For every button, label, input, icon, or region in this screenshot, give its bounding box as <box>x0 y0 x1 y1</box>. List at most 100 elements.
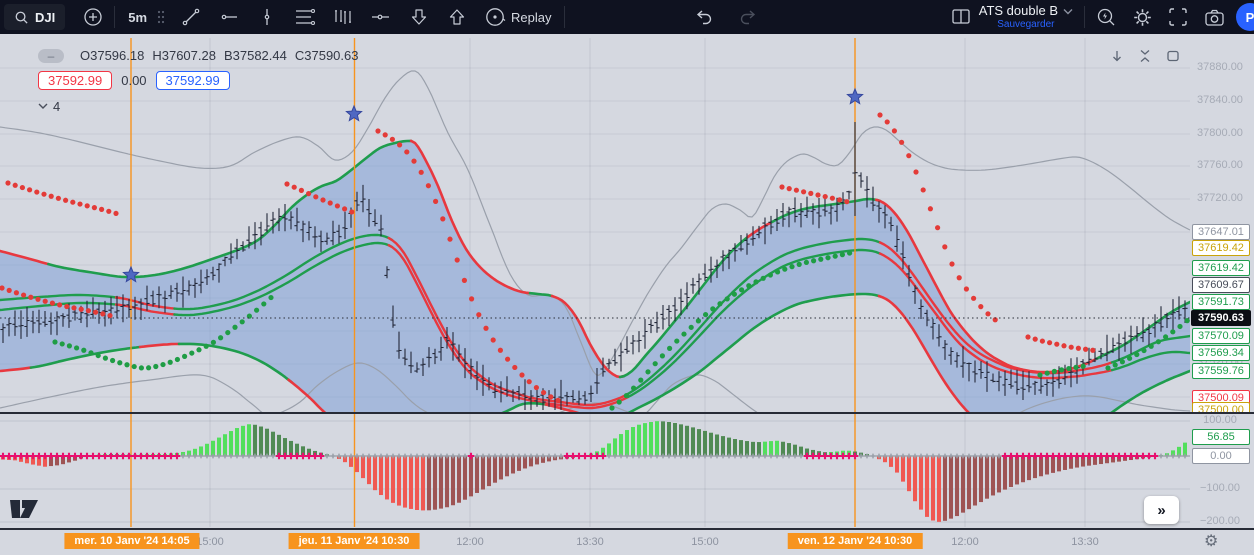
chart-legend: – O37596.18 H37607.28 B37582.44 C37590.6… <box>38 48 359 114</box>
time-tick-label: 12:00 <box>951 536 979 548</box>
toolbar-divider <box>563 6 565 28</box>
tradingview-watermark <box>8 492 42 525</box>
indicator-axis[interactable]: 100.00 −100.00 −200.00 56.85 0.00 <box>1190 415 1254 528</box>
ohlc-open: O37596.18 <box>80 48 145 63</box>
toolbar-right-group: ATS double B Sauvegarder P <box>947 3 1254 31</box>
pattern-tool[interactable] <box>329 3 357 31</box>
layout-name: ATS double B <box>978 3 1058 19</box>
bars-pattern-icon <box>335 10 352 24</box>
fullscreen-button[interactable] <box>1164 3 1192 31</box>
gear-icon <box>1133 8 1151 26</box>
top-toolbar: DJI 5m Replay ATS double B Sauvegarder P <box>0 0 1254 34</box>
buy-price-tag: 37592.99 <box>155 71 230 90</box>
session-label: mer. 10 Janv '24 14:05 <box>64 533 200 549</box>
axis-label: 37720.00 <box>1197 192 1243 204</box>
save-button[interactable]: Sauvegarder <box>997 19 1054 30</box>
undo-icon <box>696 10 711 25</box>
fullscreen-icon <box>1169 8 1187 26</box>
camera-icon <box>1204 9 1224 26</box>
spread-value: 0.00 <box>121 73 147 88</box>
pane-settings-icon[interactable]: ⚙ <box>1204 531 1218 551</box>
arrow-up-icon <box>449 9 465 25</box>
axis-price-tag: 37609.67 <box>1192 277 1250 293</box>
price-axis[interactable]: 37880.00 37840.00 37800.00 37760.00 37720.00… <box>1190 34 1254 413</box>
current-price-tag: 37590.63 <box>1191 310 1251 326</box>
plus-circle-icon <box>84 8 102 26</box>
settings-button[interactable] <box>1128 3 1156 31</box>
fib-tool[interactable] <box>291 3 319 31</box>
trend-line-icon <box>182 8 200 26</box>
time-tick-label: 15:00 <box>691 536 719 548</box>
vertical-line-icon <box>264 9 270 25</box>
axis-price-tag: 56.85 <box>1192 429 1250 445</box>
vertical-line-tool[interactable] <box>253 3 281 31</box>
collapse-icon <box>1140 50 1150 62</box>
time-axis[interactable]: ⚙ 15:00 12:00 13:30 15:00 12:00 13:30 mer. 10 … <box>0 528 1254 555</box>
symbol-name: DJI <box>35 9 56 25</box>
axis-price-tag: 37559.76 <box>1192 363 1250 379</box>
trading-app: DJI 5m Replay ATS double B Sauvegarder P… <box>0 0 1254 555</box>
replay-label[interactable]: Replay <box>511 10 551 25</box>
redo-icon <box>740 10 755 25</box>
indicator-pane <box>0 421 1190 522</box>
drag-handle[interactable] <box>153 3 169 31</box>
replay-button[interactable] <box>481 3 509 31</box>
axis-label: 37760.00 <box>1197 159 1243 171</box>
chevron-down-icon <box>38 103 48 109</box>
add-symbol-button[interactable] <box>79 3 107 31</box>
arrow-down-icon <box>411 9 427 25</box>
time-tick-label: 15:00 <box>196 536 224 548</box>
toolbar-divider <box>114 6 116 28</box>
quick-search-button[interactable] <box>1092 3 1120 31</box>
maximize-icon <box>1167 50 1179 62</box>
session-label: ven. 12 Janv '24 10:30 <box>787 533 923 549</box>
axis-label: 37880.00 <box>1197 61 1243 73</box>
axis-price-tag: 0.00 <box>1192 448 1250 464</box>
layout-select-button[interactable] <box>947 3 975 31</box>
pane-divider[interactable] <box>0 412 1254 414</box>
axis-label: 37800.00 <box>1197 127 1243 139</box>
replay-icon <box>486 8 506 26</box>
axis-label: −200.00 <box>1199 515 1241 527</box>
horizontal-line-tool[interactable] <box>215 3 243 31</box>
redo-button[interactable] <box>734 3 762 31</box>
axis-price-tag: 37570.09 <box>1192 328 1250 344</box>
ray-tool[interactable] <box>367 3 395 31</box>
trend-line-tool[interactable] <box>177 3 205 31</box>
layout-icon <box>952 9 970 24</box>
drag-dots-icon <box>157 10 165 24</box>
undo-button[interactable] <box>690 3 718 31</box>
toolbar-divider <box>1084 6 1085 28</box>
horizontal-line-icon <box>221 14 238 20</box>
layout-name-block[interactable]: ATS double B Sauvegarder <box>978 3 1073 30</box>
interval-button[interactable]: 5m <box>122 3 153 31</box>
bolt-search-icon <box>1097 8 1114 25</box>
symbol-search[interactable]: DJI <box>4 4 66 30</box>
arrow-up-tool[interactable] <box>443 3 471 31</box>
legend-collapse-button[interactable]: – <box>38 48 64 63</box>
ohlc-high: H37607.28 <box>152 48 216 63</box>
axis-price-tag: 37619.42 <box>1192 260 1250 276</box>
fib-lines-icon <box>296 8 316 26</box>
axis-label: −100.00 <box>1199 482 1241 494</box>
arrow-down-icon <box>1113 51 1121 62</box>
ohlc-low: B37582.44 <box>223 48 287 63</box>
time-tick-label: 13:30 <box>1071 536 1099 548</box>
avatar[interactable]: P <box>1236 3 1254 31</box>
axis-price-tag: 37647.01 <box>1192 224 1250 240</box>
collapse-pane-button[interactable] <box>1136 47 1154 65</box>
indicators-count: 4 <box>53 99 61 114</box>
ohlc-close: C37590.63 <box>294 48 359 63</box>
move-pane-down-button[interactable] <box>1108 47 1126 65</box>
chevron-down-icon <box>1063 8 1073 15</box>
tradingview-logo-icon <box>10 500 38 518</box>
arrow-down-tool[interactable] <box>405 3 433 31</box>
indicators-collapse[interactable]: 4 <box>38 99 359 114</box>
time-tick-label: 12:00 <box>456 536 484 548</box>
axis-label: 100.00 <box>1203 415 1237 426</box>
snapshot-button[interactable] <box>1200 3 1228 31</box>
axis-price-tag: 37569.34 <box>1192 345 1250 361</box>
expand-panel-button[interactable]: » <box>1144 496 1179 524</box>
axis-price-tag: 37591.73 <box>1192 294 1250 310</box>
maximize-pane-button[interactable] <box>1164 47 1182 65</box>
